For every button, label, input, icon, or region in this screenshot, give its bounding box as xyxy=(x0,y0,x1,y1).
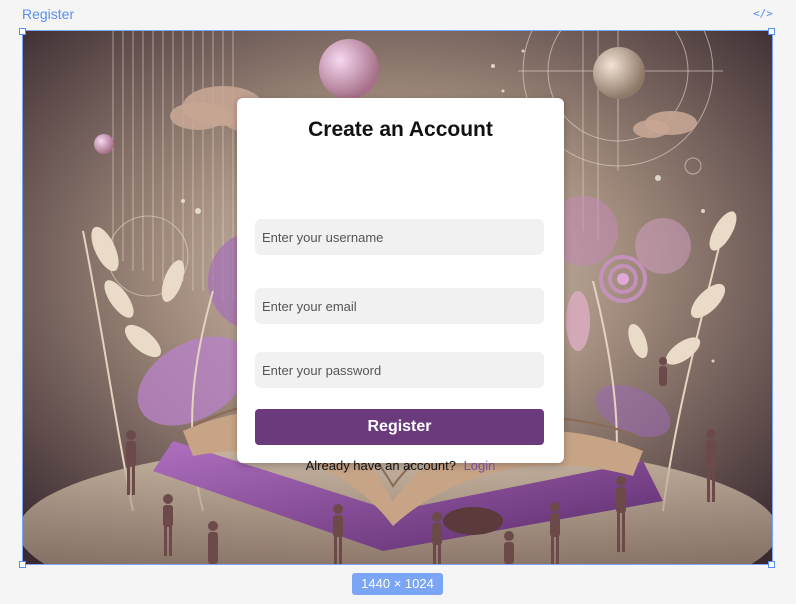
login-prompt-row: Already have an account? Login xyxy=(237,458,564,473)
page-title: Create an Account xyxy=(308,118,493,141)
resize-handle-top-left[interactable] xyxy=(19,28,26,35)
login-prompt-text: Already have an account? xyxy=(305,458,456,473)
password-input[interactable] xyxy=(255,352,544,388)
login-link[interactable]: Login xyxy=(464,458,496,473)
resize-handle-bottom-right[interactable] xyxy=(768,561,775,568)
resize-handle-bottom-left[interactable] xyxy=(19,561,26,568)
resize-handle-top-right[interactable] xyxy=(768,28,775,35)
frame-name-label[interactable]: Register xyxy=(22,6,74,22)
register-card: Create an Account Register Already have … xyxy=(237,98,564,473)
email-input[interactable] xyxy=(255,288,544,324)
register-button[interactable]: Register xyxy=(255,409,544,445)
code-icon[interactable]: </> xyxy=(752,6,774,22)
frame-size-badge: 1440 × 1024 xyxy=(352,573,443,595)
register-frame[interactable]: Create an Account Register Already have … xyxy=(22,30,773,565)
username-input[interactable] xyxy=(255,219,544,255)
